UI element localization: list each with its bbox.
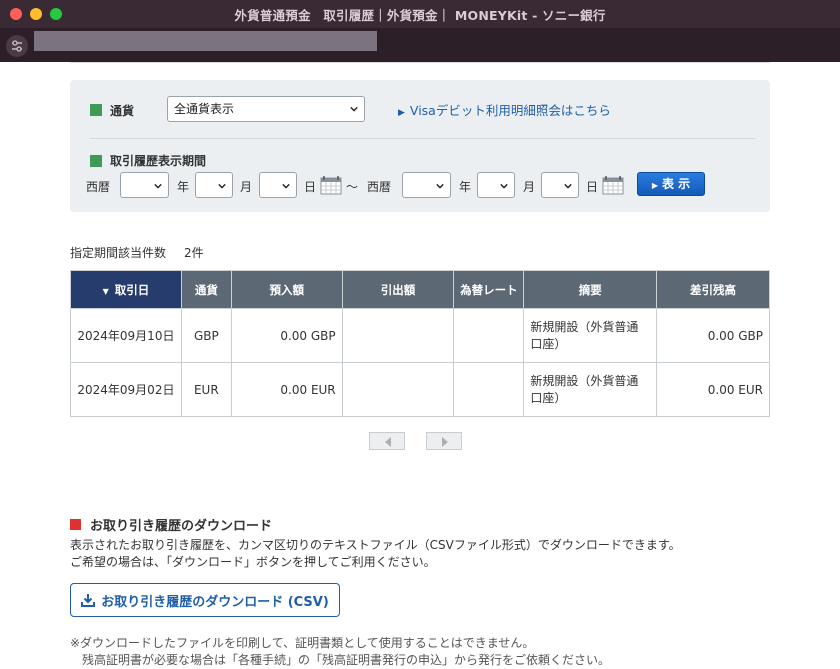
day-label-to: 日: [586, 180, 599, 194]
cell-currency: EUR: [180, 362, 232, 417]
cell-withdrawal: [341, 308, 455, 363]
year-label-from: 年: [177, 180, 190, 194]
column-header-deposit: 預入額: [230, 270, 343, 309]
chevron-down-icon: [350, 106, 358, 112]
month-label-to: 月: [523, 180, 536, 194]
download-csv-button[interactable]: お取り引き履歴のダウンロード (CSV): [70, 583, 340, 617]
transaction-table: ▼ 取引日 通貨 預入額 引出額 為替レート 摘要 差引残高 2024年09月10…: [70, 270, 770, 417]
calendar-icon[interactable]: [602, 175, 624, 195]
cell-currency: GBP: [180, 308, 232, 363]
calendar-icon[interactable]: [320, 175, 342, 195]
browser-toolbar: [0, 28, 840, 62]
triangle-right-icon: [442, 437, 448, 447]
window-title: 外貨普通預金 取引履歴｜外貨預金｜ MONEYKit - ソニー銀行: [234, 7, 606, 23]
cell-date: 2024年09月02日: [70, 362, 182, 417]
show-button[interactable]: ▶ 表 示: [637, 172, 705, 196]
table-row: 2024年09月02日 EUR 0.00 EUR 新規開設（外貨普通口座） 0.…: [70, 362, 770, 417]
table-row: 2024年09月10日 GBP 0.00 GBP 新規開設（外貨普通口座） 0.…: [70, 308, 770, 363]
currency-row: 通貨: [90, 98, 134, 122]
column-header-date[interactable]: ▼ 取引日: [70, 270, 182, 309]
download-note-line1: ※ダウンロードしたファイルを印刷して、証明書類として使用することはできません。: [70, 636, 535, 650]
column-header-balance: 差引残高: [656, 270, 770, 309]
result-count-label: 指定期間該当件数: [70, 246, 167, 260]
cell-deposit: 0.00 EUR: [230, 362, 343, 417]
download-note-line2: 残高証明書が必要な場合は「各種手続」の「残高証明書発行の申込」から発行をご依頼く…: [70, 653, 611, 667]
year-label-to: 年: [459, 180, 472, 194]
visa-debit-link[interactable]: ▶ Visaデビット利用明細照会はこちら: [398, 100, 611, 119]
download-description-line2: ご希望の場合は、「ダウンロード」ボタンを押してご利用ください。: [70, 555, 436, 569]
era-label-to: 西暦: [367, 180, 392, 194]
maximize-window-button[interactable]: [50, 8, 62, 20]
filter-divider: [90, 138, 756, 139]
top-divider: [70, 62, 770, 63]
column-header-withdrawal: 引出額: [341, 270, 455, 309]
chevron-down-icon: [500, 183, 508, 189]
show-button-label: 表 示: [661, 177, 691, 191]
cell-deposit: 0.00 GBP: [230, 308, 343, 363]
download-csv-button-label: お取り引き履歴のダウンロード (CSV): [101, 594, 329, 610]
result-count: 指定期間該当件数 2件: [70, 244, 204, 261]
filter-panel: 通貨 全通貨表示 ▶ Visaデビット利用明細照会はこちら 取引履歴表示期間 西暦…: [70, 80, 770, 212]
month-label-from: 月: [240, 180, 253, 194]
day-label-from: 日: [304, 180, 317, 194]
chevron-down-icon: [218, 183, 226, 189]
window-controls: [10, 8, 62, 20]
window-titlebar: 外貨普通預金 取引履歴｜外貨預金｜ MONEYKit - ソニー銀行: [0, 0, 840, 28]
column-header-currency: 通貨: [180, 270, 232, 309]
currency-label: 通貨: [110, 103, 135, 118]
address-bar[interactable]: [34, 31, 377, 51]
from-year-select[interactable]: [120, 172, 169, 198]
column-header-memo: 摘要: [523, 270, 658, 309]
cell-balance: 0.00 GBP: [656, 308, 770, 363]
download-icon: [81, 594, 96, 607]
result-count-value: 2件: [184, 246, 204, 260]
cell-memo: 新規開設（外貨普通口座）: [523, 308, 658, 363]
cell-withdrawal: [341, 362, 455, 417]
chevron-down-icon: [282, 183, 290, 189]
currency-select-value: 全通貨表示: [174, 102, 235, 116]
visa-debit-link-text: Visaデビット利用明細照会はこちら: [409, 103, 611, 118]
site-settings-icon[interactable]: [6, 35, 28, 57]
from-month-select[interactable]: [195, 172, 233, 198]
cell-rate: [453, 362, 525, 417]
chevron-down-icon: [154, 183, 162, 189]
download-heading-text: お取り引き履歴のダウンロード: [90, 519, 273, 534]
cell-balance: 0.00 EUR: [656, 362, 770, 417]
red-square-icon: [70, 519, 81, 530]
to-month-select[interactable]: [477, 172, 515, 198]
sort-down-icon: ▼: [102, 286, 109, 296]
download-section-heading: お取り引き履歴のダウンロード: [70, 515, 272, 534]
download-description: 表示されたお取り引き履歴を、カンマ区切りのテキストファイル（CSVファイル形式）…: [70, 537, 681, 571]
download-note: ※ダウンロードしたファイルを印刷して、証明書類として使用することはできません。 …: [70, 635, 610, 669]
table-header-row: ▼ 取引日 通貨 預入額 引出額 為替レート 摘要 差引残高: [70, 270, 770, 309]
green-square-icon: [90, 104, 102, 116]
range-tilde: 〜: [346, 180, 359, 194]
to-year-select[interactable]: [402, 172, 451, 198]
chevron-down-icon: [564, 183, 572, 189]
column-header-rate: 為替レート: [453, 270, 525, 309]
next-page-button[interactable]: [426, 432, 462, 450]
triangle-right-icon: ▶: [651, 181, 658, 190]
era-label-from: 西暦: [86, 180, 111, 194]
from-day-select[interactable]: [259, 172, 297, 198]
green-square-icon: [90, 154, 102, 167]
triangle-left-icon: [385, 437, 391, 447]
prev-page-button[interactable]: [369, 432, 405, 450]
currency-select[interactable]: 全通貨表示: [167, 96, 365, 122]
download-description-line1: 表示されたお取り引き履歴を、カンマ区切りのテキストファイル（CSVファイル形式）…: [70, 538, 681, 552]
cell-rate: [453, 308, 525, 363]
period-row: 取引履歴表示期間: [90, 152, 206, 169]
period-label: 取引履歴表示期間: [110, 154, 207, 168]
column-header-date-label: 取引日: [114, 282, 150, 297]
period-inputs: 西暦 年 月 日 〜 西暦 年 月 日 ▶ 表 示: [70, 172, 770, 198]
chevron-down-icon: [436, 183, 444, 189]
triangle-right-icon: ▶: [398, 108, 405, 118]
page-content: 通貨 全通貨表示 ▶ Visaデビット利用明細照会はこちら 取引履歴表示期間 西暦…: [0, 62, 840, 667]
minimize-window-button[interactable]: [30, 8, 42, 20]
to-day-select[interactable]: [541, 172, 579, 198]
close-window-button[interactable]: [10, 8, 22, 20]
cell-date: 2024年09月10日: [70, 308, 182, 363]
cell-memo: 新規開設（外貨普通口座）: [523, 362, 658, 417]
